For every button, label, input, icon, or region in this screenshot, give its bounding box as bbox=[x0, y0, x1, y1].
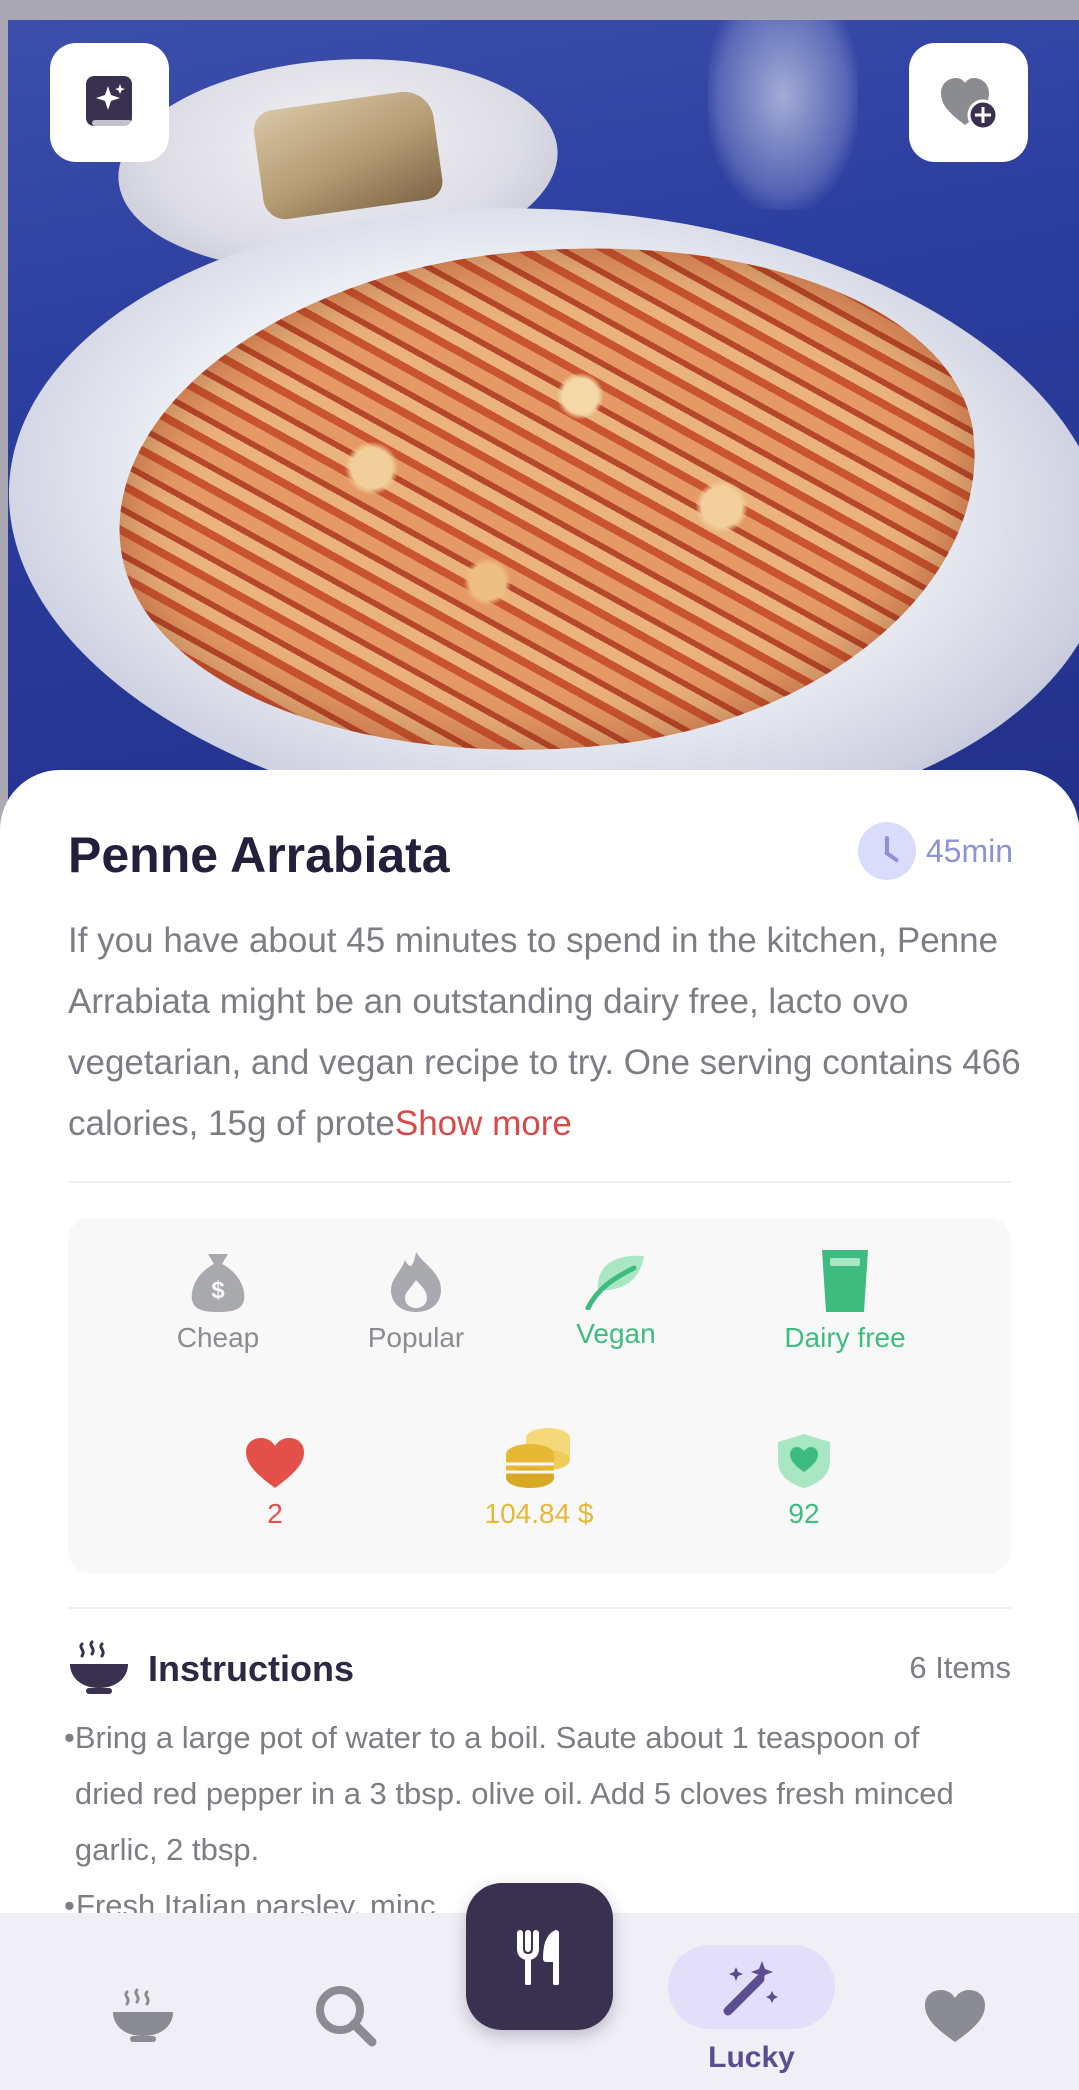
nav-item-home[interactable] bbox=[93, 1981, 193, 2051]
nav-item-favorites[interactable] bbox=[905, 1981, 1005, 2051]
magic-wand-icon bbox=[723, 1961, 778, 2016]
leaf-icon bbox=[585, 1255, 644, 1310]
tag-label: Dairy free bbox=[784, 1322, 906, 1353]
instructions-count: 6 Items bbox=[909, 1650, 1011, 1685]
divider bbox=[68, 1607, 1011, 1609]
recipe-stats-panel: $ Cheap Popular Vegan Dairy free 2 104.8… bbox=[68, 1218, 1011, 1573]
add-to-favorites-button[interactable] bbox=[909, 43, 1028, 162]
instructions-header: Instructions 6 Items bbox=[68, 1640, 1011, 1704]
heart-add-icon bbox=[940, 77, 998, 130]
bowl-icon bbox=[70, 1640, 128, 1694]
tag-vegan: Vegan bbox=[536, 1242, 696, 1350]
nav-item-recipes-fab[interactable] bbox=[466, 1883, 613, 2030]
health-shield-icon bbox=[778, 1434, 830, 1488]
nav-item-lucky[interactable] bbox=[668, 1945, 835, 2029]
metric-health-score: 92 bbox=[714, 1426, 894, 1530]
bowl-icon bbox=[113, 1988, 173, 2042]
tag-label: Cheap bbox=[176, 1322, 260, 1353]
cook-time-value: 45min bbox=[925, 832, 1013, 869]
show-more-link[interactable]: Show more bbox=[395, 1104, 572, 1143]
money-bag-icon: $ bbox=[191, 1254, 245, 1312]
heart-icon bbox=[925, 1990, 985, 2042]
fork-knife-icon bbox=[516, 1929, 559, 1985]
glass-icon bbox=[822, 1250, 868, 1312]
nav-item-lucky-label: Lucky bbox=[708, 2041, 795, 2074]
search-icon bbox=[316, 1986, 377, 2047]
recipe-title: Penne Arrabiata bbox=[68, 827, 450, 883]
instruction-step: • Bring a large pot of water to a boil. S… bbox=[64, 1710, 994, 1878]
metric-likes: 2 bbox=[185, 1426, 365, 1530]
tag-popular: Popular bbox=[336, 1242, 496, 1354]
nav-item-search[interactable] bbox=[296, 1981, 396, 2051]
flame-icon bbox=[391, 1252, 441, 1312]
metric-value: 92 bbox=[788, 1498, 820, 1529]
recipe-info-button[interactable] bbox=[50, 43, 169, 162]
metric-value: 104.84 $ bbox=[484, 1498, 594, 1529]
tag-label: Vegan bbox=[576, 1318, 656, 1349]
clock-icon bbox=[857, 822, 916, 880]
spark-book-icon bbox=[85, 75, 132, 126]
tag-label: Popular bbox=[367, 1322, 465, 1353]
instructions-title: Instructions bbox=[148, 1648, 355, 1689]
coins-icon bbox=[506, 1428, 570, 1488]
tag-dairy-free: Dairy free bbox=[755, 1242, 935, 1354]
metric-price: 104.84 $ bbox=[449, 1426, 629, 1530]
recipe-description: If you have about 45 minutes to spend in… bbox=[68, 910, 1028, 1154]
svg-text:$: $ bbox=[211, 1277, 225, 1304]
status-bar bbox=[0, 0, 1079, 20]
heart-icon bbox=[246, 1438, 304, 1488]
divider bbox=[68, 1181, 1011, 1183]
cook-time: 45min bbox=[857, 822, 1013, 880]
metric-value: 2 bbox=[267, 1498, 283, 1529]
instruction-step-text: Bring a large pot of water to a boil. Sa… bbox=[74, 1720, 954, 1867]
tag-cheap: $ Cheap bbox=[138, 1242, 298, 1354]
